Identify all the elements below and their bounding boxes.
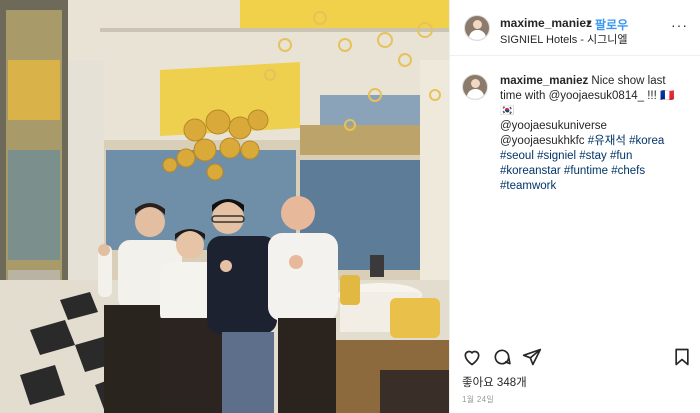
action-bar xyxy=(450,345,700,373)
instagram-post: maxime_maniez • 팔로우 SIGNIEL Hotels - 시그니… xyxy=(0,0,700,413)
heart-icon[interactable] xyxy=(462,347,482,367)
caption: maxime_maniez Nice show last time with @… xyxy=(450,56,700,194)
likes-count[interactable]: 좋아요 348개 xyxy=(462,374,527,390)
post-photo[interactable] xyxy=(0,0,449,413)
caption-username[interactable]: maxime_maniez xyxy=(500,75,588,87)
bookmark-icon[interactable] xyxy=(672,347,692,367)
share-icon[interactable] xyxy=(522,347,542,367)
mention-link[interactable]: @yoojaesuk0814_ xyxy=(549,90,644,102)
post-sidebar: maxime_maniez • 팔로우 SIGNIEL Hotels - 시그니… xyxy=(449,0,700,413)
username-link[interactable]: maxime_maniez xyxy=(500,16,592,30)
avatar[interactable] xyxy=(464,15,490,41)
post-header: maxime_maniez • 팔로우 SIGNIEL Hotels - 시그니… xyxy=(450,0,700,56)
caption-avatar[interactable] xyxy=(462,74,488,100)
comment-icon[interactable] xyxy=(492,347,512,367)
more-options-icon[interactable]: ··· xyxy=(671,17,688,33)
restaurant-scene xyxy=(0,0,449,413)
separator-dot: • xyxy=(587,16,592,30)
location-link[interactable]: SIGNIEL Hotels - 시그니엘 xyxy=(500,31,628,47)
post-date: 1월 24일 xyxy=(462,395,495,404)
